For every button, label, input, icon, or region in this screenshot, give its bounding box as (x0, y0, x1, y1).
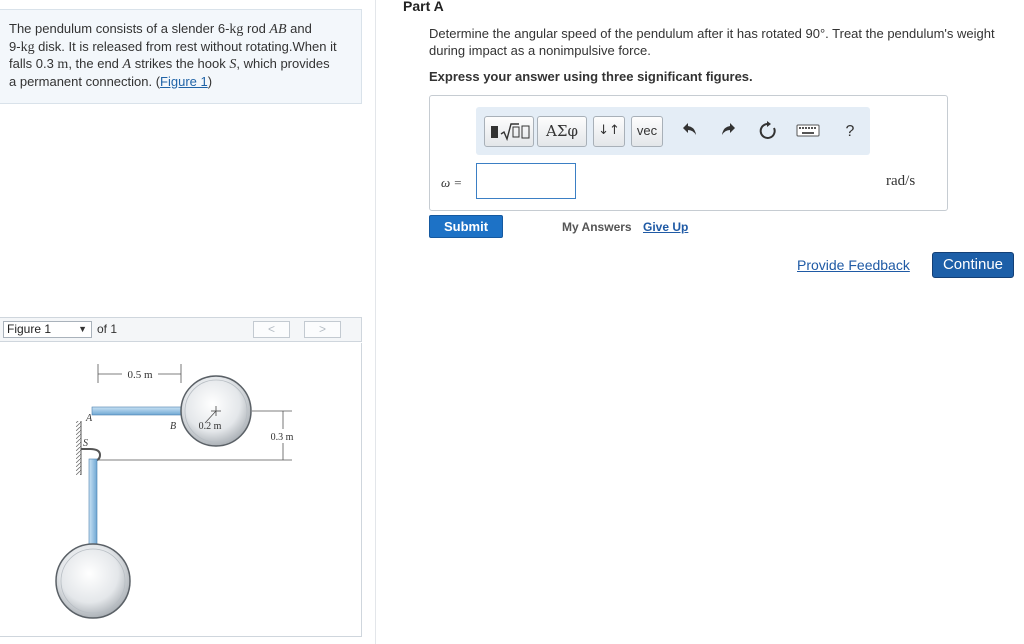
answer-box: ΑΣφ ↓↑ vec ? ω = rad/s (429, 95, 948, 211)
reset-button[interactable] (756, 121, 780, 143)
problem-statement: The pendulum consists of a slender 6-kg … (0, 9, 362, 104)
part-title: Part A (403, 0, 444, 14)
equation-toolbar: ΑΣφ ↓↑ vec ? (476, 107, 870, 155)
undo-icon (683, 123, 696, 135)
continue-button[interactable]: Continue (932, 252, 1014, 278)
redo-button[interactable] (716, 121, 740, 143)
drop-label: 0.3 m (271, 432, 294, 443)
next-figure-button[interactable]: > (304, 321, 341, 338)
undo-button[interactable] (678, 121, 702, 143)
figure-image: 0.5 m A B 0.2 m 0.3 m S (0, 343, 362, 637)
pendulum-figure: 0.5 m A B 0.2 m 0.3 m S (55, 364, 294, 619)
chevron-down-icon: ▼ (78, 324, 87, 334)
label-s: S (83, 438, 88, 449)
rod-length-label: 0.5 m (127, 369, 153, 381)
submit-button[interactable]: Submit (429, 215, 503, 238)
keyboard-button[interactable] (794, 121, 822, 143)
greek-symbols-button[interactable]: ΑΣφ (537, 116, 587, 147)
templates-button[interactable] (484, 116, 534, 147)
give-up-link[interactable]: Give Up (643, 220, 688, 234)
subscript-superscript-button[interactable]: ↓↑ (593, 116, 625, 147)
keyboard-icon (796, 124, 820, 137)
left-pane: The pendulum consists of a slender 6-kg … (0, 0, 376, 644)
help-button[interactable]: ? (838, 121, 862, 143)
provide-feedback-link[interactable]: Provide Feedback (797, 257, 910, 273)
label-b: B (170, 421, 176, 432)
figure-select[interactable]: Figure 1 ▼ (3, 321, 92, 338)
question-text: Determine the angular speed of the pendu… (429, 26, 995, 58)
figure-navigation-bar: Figure 1 ▼ of 1 < > (0, 317, 362, 342)
answer-input[interactable] (476, 163, 576, 199)
my-answers-link[interactable]: My Answers (562, 220, 632, 234)
unit-label: rad/s (886, 173, 916, 189)
figure-link[interactable]: Figure 1 (160, 74, 208, 89)
prev-figure-button[interactable]: < (253, 321, 290, 338)
figure-count: of 1 (97, 322, 118, 336)
redo-icon (722, 123, 735, 135)
radius-label: 0.2 m (199, 421, 222, 432)
reset-icon (759, 121, 776, 139)
label-a: A (85, 413, 93, 424)
vector-button[interactable]: vec (631, 116, 663, 147)
variable-label: ω = (441, 175, 463, 190)
answer-instruction: Express your answer using three signific… (429, 69, 753, 84)
template-sqrt-icon (491, 123, 530, 142)
